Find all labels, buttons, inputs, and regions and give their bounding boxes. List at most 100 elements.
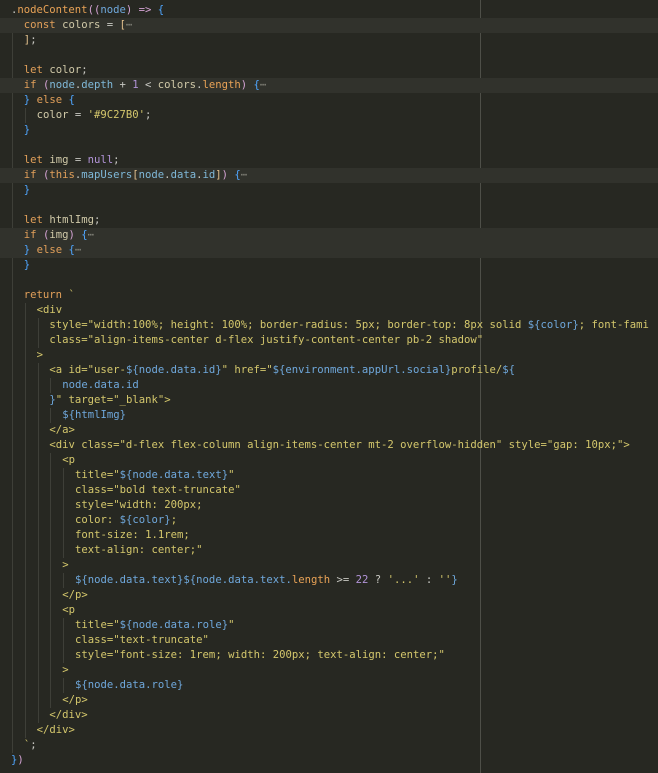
code-text: </div> xyxy=(37,723,75,738)
code-line[interactable]: node.data.id xyxy=(0,378,658,393)
code-token: node.data.id xyxy=(62,379,139,391)
code-token: colors xyxy=(62,19,101,31)
code-line[interactable]: ${node.data.text}${node.data.text.length… xyxy=(0,573,658,588)
code-token: ${node.data.id} xyxy=(125,364,222,376)
code-line[interactable]: ${node.data.role} xyxy=(0,678,658,693)
code-line[interactable]: </a> xyxy=(0,423,658,438)
code-line[interactable]: class="bold text-truncate" xyxy=(0,483,658,498)
code-line[interactable]: style="width:100%; height: 100%; border-… xyxy=(0,318,658,333)
code-line[interactable] xyxy=(0,138,658,153)
fold-ellipsis-icon[interactable]: ⋯ xyxy=(260,79,266,91)
code-token: node xyxy=(138,169,165,181)
code-line[interactable]: <div class="d-flex flex-column align-ite… xyxy=(0,438,658,453)
code-line[interactable]: title="${node.data.role}" xyxy=(0,618,658,633)
code-line[interactable]: let color; xyxy=(0,63,658,78)
code-token: return xyxy=(23,289,69,301)
code-token: text-align: center;" xyxy=(75,544,203,556)
code-line[interactable]: if (img) {⋯ xyxy=(0,228,658,243)
code-line[interactable]: <a id="user-${node.data.id}" href="${env… xyxy=(0,363,658,378)
fold-ellipsis-icon[interactable]: ⋯ xyxy=(88,229,94,241)
code-line[interactable]: </div> xyxy=(0,723,658,738)
code-text: node.data.id xyxy=(62,378,139,393)
code-line[interactable]: if (this.mapUsers[node.data.id]) {⋯ xyxy=(0,168,658,183)
code-token: } xyxy=(23,259,31,271)
code-line[interactable]: } xyxy=(0,258,658,273)
code-line[interactable]: > xyxy=(0,348,658,363)
code-editor[interactable]: .nodeContent((node) => {const colors = [… xyxy=(0,0,658,773)
fold-ellipsis-icon[interactable]: ⋯ xyxy=(75,244,81,256)
fold-ellipsis-icon[interactable]: ⋯ xyxy=(241,169,247,181)
code-line[interactable]: </div> xyxy=(0,708,658,723)
code-line[interactable]: }) xyxy=(0,753,658,768)
code-token: node xyxy=(100,4,126,16)
code-token: ${htmlImg} xyxy=(62,409,126,421)
code-text: class="align-items-center d-flex justify… xyxy=(49,333,483,348)
code-line[interactable]: if (node.depth + 1 < colors.length) {⋯ xyxy=(0,78,658,93)
code-line[interactable]: color: ${color}; xyxy=(0,513,658,528)
code-line[interactable]: return ` xyxy=(0,288,658,303)
code-token: '' xyxy=(438,574,452,586)
code-token: ${color} xyxy=(527,319,579,331)
code-line[interactable]: > xyxy=(0,558,658,573)
code-line[interactable]: style="width: 200px; xyxy=(0,498,658,513)
code-token: ` xyxy=(68,289,75,301)
code-text: </a> xyxy=(49,423,75,438)
code-text: </p> xyxy=(62,588,88,603)
code-text: }" target="_blank"> xyxy=(49,393,170,408)
code-line[interactable]: class="align-items-center d-flex justify… xyxy=(0,333,658,348)
code-line[interactable] xyxy=(0,48,658,63)
code-token: color xyxy=(49,64,82,76)
code-line[interactable] xyxy=(0,198,658,213)
code-line[interactable]: text-align: center;" xyxy=(0,543,658,558)
code-token: style="font-size: 1rem; width: 200px; te… xyxy=(75,649,445,661)
code-token: ${node.data.text}${node.data.text. xyxy=(75,574,292,586)
code-line[interactable]: } xyxy=(0,183,658,198)
code-token: ) xyxy=(221,169,235,181)
code-line[interactable]: }" target="_blank"> xyxy=(0,393,658,408)
code-token: </div> xyxy=(49,709,88,721)
code-token: const xyxy=(23,19,63,31)
code-line[interactable]: </p> xyxy=(0,693,658,708)
code-line[interactable]: ]; xyxy=(0,33,658,48)
code-line[interactable]: } xyxy=(0,123,658,138)
code-line[interactable]: .nodeContent((node) => { xyxy=(0,3,658,18)
code-line[interactable]: <div xyxy=(0,303,658,318)
code-token: ; font-fami xyxy=(578,319,649,331)
code-line[interactable] xyxy=(0,273,658,288)
code-text: class="bold text-truncate" xyxy=(75,483,241,498)
code-line[interactable]: let img = null; xyxy=(0,153,658,168)
code-line[interactable]: let htmlImg; xyxy=(0,213,658,228)
code-line[interactable]: `; xyxy=(0,738,658,753)
code-token: (( xyxy=(87,4,101,16)
code-line[interactable]: > xyxy=(0,663,658,678)
code-token: title=" xyxy=(75,469,120,481)
code-token: ) xyxy=(68,229,82,241)
code-text: let img = null; xyxy=(24,153,120,168)
code-line[interactable]: color = '#9C27B0'; xyxy=(0,108,658,123)
fold-ellipsis-icon[interactable]: ⋯ xyxy=(126,19,132,31)
code-line[interactable]: class="text-truncate" xyxy=(0,633,658,648)
code-line[interactable]: style="font-size: 1rem; width: 200px; te… xyxy=(0,648,658,663)
code-line[interactable]: <p xyxy=(0,453,658,468)
code-token: " xyxy=(228,619,235,631)
code-token: title=" xyxy=(75,619,120,631)
code-line[interactable]: </p> xyxy=(0,588,658,603)
code-token: ) xyxy=(240,79,254,91)
code-line[interactable]: title="${node.data.text}" xyxy=(0,468,658,483)
code-line[interactable]: } else { xyxy=(0,93,658,108)
code-text: return ` xyxy=(24,288,75,303)
code-line[interactable]: ${htmlImg} xyxy=(0,408,658,423)
code-line[interactable]: font-size: 1.1rem; xyxy=(0,528,658,543)
code-text: color = '#9C27B0'; xyxy=(37,108,152,123)
code-text: ${htmlImg} xyxy=(62,408,126,423)
code-token: ; xyxy=(93,214,101,226)
code-text: <p xyxy=(62,453,75,468)
code-token: ${environment.appUrl.social} xyxy=(272,364,452,376)
code-token: class="bold text-truncate" xyxy=(75,484,241,496)
code-token: } xyxy=(23,94,37,106)
code-token: nodeContent xyxy=(17,4,88,16)
code-line[interactable]: } else {⋯ xyxy=(0,243,658,258)
code-token: style="width:100%; height: 100%; border-… xyxy=(49,319,528,331)
code-line[interactable]: const colors = [⋯ xyxy=(0,18,658,33)
code-line[interactable]: <p xyxy=(0,603,658,618)
